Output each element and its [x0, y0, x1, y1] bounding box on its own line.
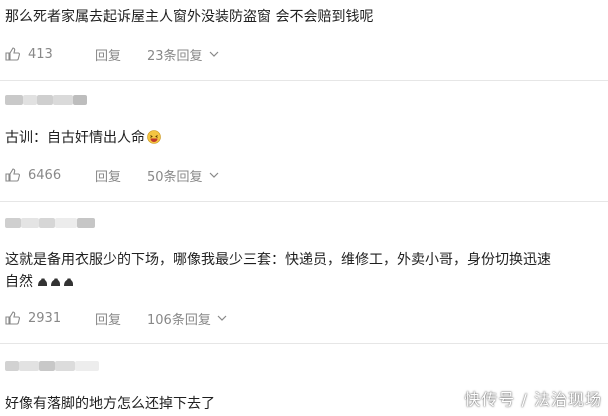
comment-text: 古训：自古奸情出人命 [5, 128, 161, 148]
watermark: 快传号 / 法治现场 [464, 390, 602, 409]
laughing-emoji-icon [147, 130, 161, 144]
comment-actions: 6466 回复 50条回复 [5, 165, 219, 185]
like-count: 2931 [28, 310, 62, 326]
reply-count-toggle[interactable]: 50条回复 [147, 166, 219, 185]
comment-actions: 2931 回复 106条回复 [5, 308, 227, 328]
like-count: 413 [28, 46, 53, 62]
divider [0, 80, 608, 81]
chevron-down-icon [209, 51, 218, 57]
reply-count-toggle[interactable]: 106条回复 [147, 309, 227, 328]
comment-text-body: 古训：自古奸情出人命 [5, 130, 145, 146]
hand-emoji-icon [51, 278, 61, 286]
reply-count-toggle[interactable]: 23条回复 [147, 45, 219, 64]
comment-text-body: 自然 [5, 274, 33, 290]
thumbs-up-icon [5, 168, 20, 182]
reply-button[interactable]: 回复 [95, 309, 147, 328]
comment-text: 那么死者家属去起诉屋主人窗外没装防盗窗 会不会赔到钱呢 [5, 9, 374, 25]
like-button[interactable]: 2931 [5, 311, 95, 326]
divider [0, 201, 608, 202]
hand-emoji-icon [64, 278, 74, 286]
username-blurred [5, 95, 87, 105]
username-blurred [5, 361, 99, 371]
divider [0, 343, 608, 344]
reply-count: 50条回复 [147, 169, 203, 185]
reply-count: 106条回复 [147, 312, 211, 328]
comment-text-line1: 这就是备用衣服少的下场，哪像我最少三套：快递员，维修工，外卖小哥，身份切换迅速 [5, 252, 551, 268]
comment-text: 好像有落脚的地方怎么还掉下去了 [5, 396, 215, 412]
reply-button[interactable]: 回复 [95, 166, 147, 185]
thumbs-up-icon [5, 311, 20, 325]
thumbs-up-icon [5, 47, 20, 61]
like-button[interactable]: 6466 [5, 168, 95, 183]
reply-button[interactable]: 回复 [95, 45, 147, 64]
chevron-down-icon [217, 315, 227, 321]
comment-text-line2: 自然 [5, 272, 76, 292]
hand-emoji-icon [38, 278, 48, 286]
like-button[interactable]: 413 [5, 47, 95, 62]
reply-count: 23条回复 [147, 48, 203, 64]
comment-actions: 413 回复 23条回复 [5, 44, 219, 64]
chevron-down-icon [209, 172, 218, 178]
username-blurred [5, 218, 95, 228]
like-count: 6466 [28, 167, 62, 183]
